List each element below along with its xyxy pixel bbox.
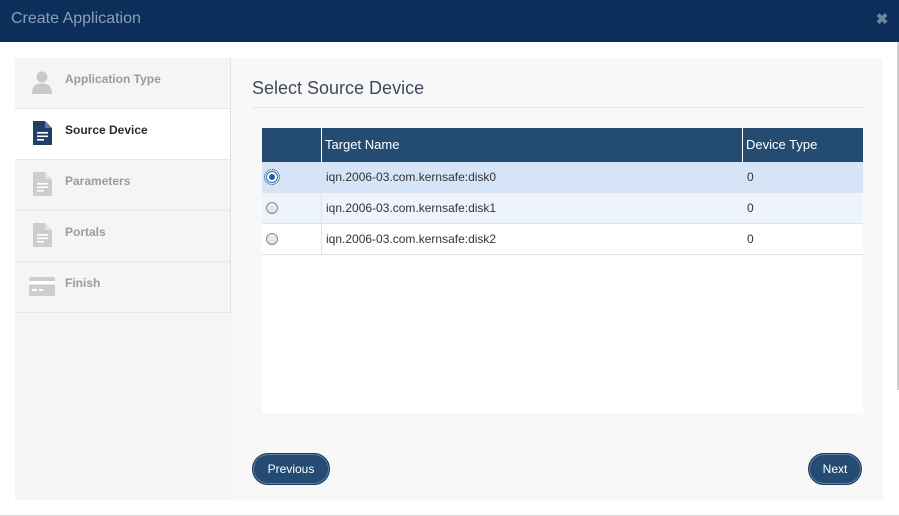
device-type-cell: 0	[747, 232, 754, 246]
card-icon	[29, 273, 55, 299]
device-type-cell: 0	[747, 201, 754, 215]
document-icon	[29, 171, 55, 197]
table-row[interactable]: iqn.2006-03.com.kernsafe:disk1 0	[262, 193, 863, 224]
close-icon[interactable]: ✖	[874, 12, 890, 28]
step-portals[interactable]: Portals	[15, 211, 230, 262]
document-icon	[29, 222, 55, 248]
create-application-dialog: Create Application ✖ Application Type So…	[0, 0, 899, 516]
row-radio-button[interactable]	[266, 202, 278, 214]
step-label: Source Device	[65, 123, 148, 137]
column-divider	[321, 224, 322, 254]
column-header-device-type[interactable]: Device Type	[742, 128, 863, 162]
column-header-target-name[interactable]: Target Name	[321, 128, 741, 162]
main-content: Select Source Device Target Name Device …	[231, 58, 883, 500]
step-label: Application Type	[65, 72, 161, 86]
target-name-cell: iqn.2006-03.com.kernsafe:disk2	[326, 232, 497, 246]
document-icon	[29, 120, 55, 146]
dialog-title: Create Application	[11, 10, 141, 27]
device-table: Target Name Device Type iqn.2006-03.com.…	[262, 128, 863, 413]
user-icon	[29, 69, 55, 95]
dialog-titlebar: Create Application ✖	[0, 0, 899, 42]
page-title: Select Source Device	[252, 78, 425, 98]
target-name-cell: iqn.2006-03.com.kernsafe:disk0	[326, 170, 497, 184]
column-divider	[321, 162, 322, 192]
divider	[252, 107, 862, 108]
dialog-body: Application Type Source Device Parameter…	[15, 58, 883, 500]
step-source-device[interactable]: Source Device	[15, 109, 230, 160]
wizard-steps: Application Type Source Device Parameter…	[15, 58, 231, 313]
previous-button[interactable]: Previous	[252, 453, 330, 485]
table-row[interactable]: iqn.2006-03.com.kernsafe:disk2 0	[262, 224, 863, 255]
step-label: Parameters	[65, 174, 131, 188]
table-row[interactable]: iqn.2006-03.com.kernsafe:disk0 0	[262, 162, 863, 193]
step-finish[interactable]: Finish	[15, 262, 230, 313]
step-label: Finish	[65, 276, 101, 290]
step-label: Portals	[65, 225, 106, 239]
table-header: Target Name Device Type	[262, 128, 863, 162]
device-type-cell: 0	[747, 170, 754, 184]
target-name-cell: iqn.2006-03.com.kernsafe:disk1	[326, 201, 497, 215]
step-application-type[interactable]: Application Type	[15, 58, 230, 109]
row-radio-button[interactable]	[266, 233, 278, 245]
next-button[interactable]: Next	[808, 453, 862, 485]
column-divider	[321, 193, 322, 223]
wizard-sidebar: Application Type Source Device Parameter…	[15, 58, 231, 500]
step-parameters[interactable]: Parameters	[15, 160, 230, 211]
row-radio-button[interactable]	[264, 169, 280, 185]
